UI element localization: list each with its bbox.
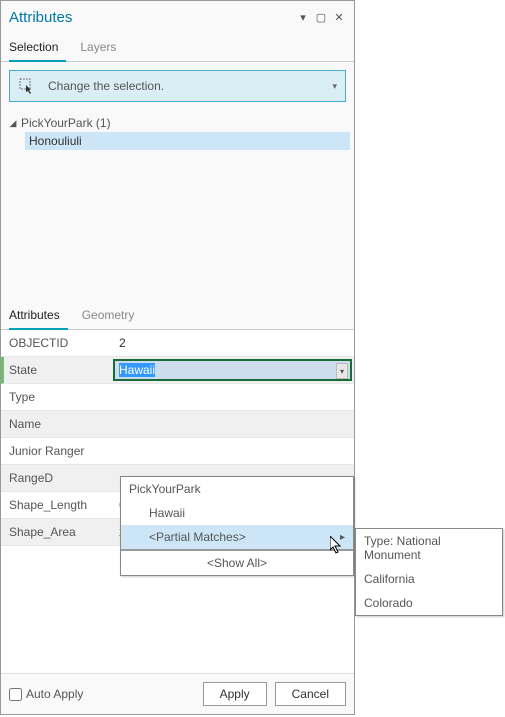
row-junior-ranger: Junior Ranger <box>1 438 354 465</box>
chevron-right-icon: ▸ <box>340 532 345 543</box>
tab-layers[interactable]: Layers <box>80 36 124 61</box>
dropdown-partial-label: <Partial Matches> <box>149 530 246 544</box>
row-type: Type <box>1 384 354 411</box>
field-label: State <box>1 357 111 384</box>
minimize-icon[interactable]: ▾ <box>296 11 310 25</box>
field-value: 2 <box>111 330 354 357</box>
tree-item-selected[interactable]: Honouliuli <box>25 132 350 150</box>
field-label: Shape_Length <box>1 492 111 519</box>
field-value[interactable] <box>111 438 354 465</box>
change-selection-label: Change the selection. <box>48 79 332 93</box>
row-state: State ▾ <box>1 357 354 384</box>
partial-matches-submenu: Type: National Monument California Color… <box>355 528 503 616</box>
field-value[interactable] <box>111 411 354 438</box>
auto-apply-label: Auto Apply <box>26 687 83 701</box>
tree-layer-label: PickYourPark (1) <box>19 116 111 130</box>
tree-layer-row[interactable]: ◢ PickYourPark (1) <box>5 114 350 132</box>
field-label: OBJECTID <box>1 330 111 357</box>
window-controls: ▾ ▢ ✕ <box>296 11 346 25</box>
state-dropdown-menu: PickYourPark Hawaii <Partial Matches> ▸ … <box>120 476 354 576</box>
field-value[interactable] <box>111 384 354 411</box>
state-input[interactable] <box>119 363 346 377</box>
row-objectid: OBJECTID 2 <box>1 330 354 357</box>
attributes-panel: Attributes ▾ ▢ ✕ Selection Layers Change… <box>0 0 355 715</box>
selection-tool-icon <box>18 77 40 95</box>
tab-attributes[interactable]: Attributes <box>9 304 68 330</box>
field-label: Junior Ranger <box>1 438 111 465</box>
apply-button[interactable]: Apply <box>203 682 267 706</box>
panel-title: Attributes <box>9 9 296 26</box>
close-icon[interactable]: ✕ <box>332 11 346 25</box>
field-label: Shape_Area <box>1 519 111 546</box>
change-selection-dropdown[interactable]: Change the selection. ▾ <box>9 70 346 102</box>
submenu-item-colorado[interactable]: Colorado <box>356 591 502 615</box>
dropdown-partial-matches[interactable]: <Partial Matches> ▸ <box>121 525 353 549</box>
state-field-cell: ▾ <box>111 357 354 384</box>
field-label: Type <box>1 384 111 411</box>
chevron-down-icon: ▾ <box>332 81 337 92</box>
titlebar: Attributes ▾ ▢ ✕ <box>1 1 354 30</box>
dropdown-show-all[interactable]: <Show All> <box>121 551 353 575</box>
footer: Auto Apply Apply Cancel <box>1 673 354 714</box>
dropdown-arrow-icon[interactable]: ▾ <box>336 363 348 379</box>
row-name: Name <box>1 411 354 438</box>
mid-tabs: Attributes Geometry <box>1 298 354 330</box>
submenu-item-california[interactable]: California <box>356 567 502 591</box>
state-combobox[interactable]: ▾ <box>113 359 352 381</box>
dropdown-option-hawaii[interactable]: Hawaii <box>121 501 353 525</box>
collapse-icon[interactable]: ◢ <box>7 118 19 129</box>
dropdown-group-header: PickYourPark <box>121 477 353 501</box>
field-label: RangeD <box>1 465 111 492</box>
tab-geometry[interactable]: Geometry <box>82 304 143 329</box>
auto-apply-checkbox[interactable]: Auto Apply <box>9 687 83 701</box>
field-label: Name <box>1 411 111 438</box>
submenu-item-type[interactable]: Type: National Monument <box>356 529 502 567</box>
layer-tree: ◢ PickYourPark (1) Honouliuli <box>1 110 354 298</box>
top-tabs: Selection Layers <box>1 30 354 62</box>
cancel-button[interactable]: Cancel <box>275 682 346 706</box>
maximize-icon[interactable]: ▢ <box>314 11 328 25</box>
auto-apply-input[interactable] <box>9 688 22 701</box>
tab-selection[interactable]: Selection <box>9 36 66 62</box>
